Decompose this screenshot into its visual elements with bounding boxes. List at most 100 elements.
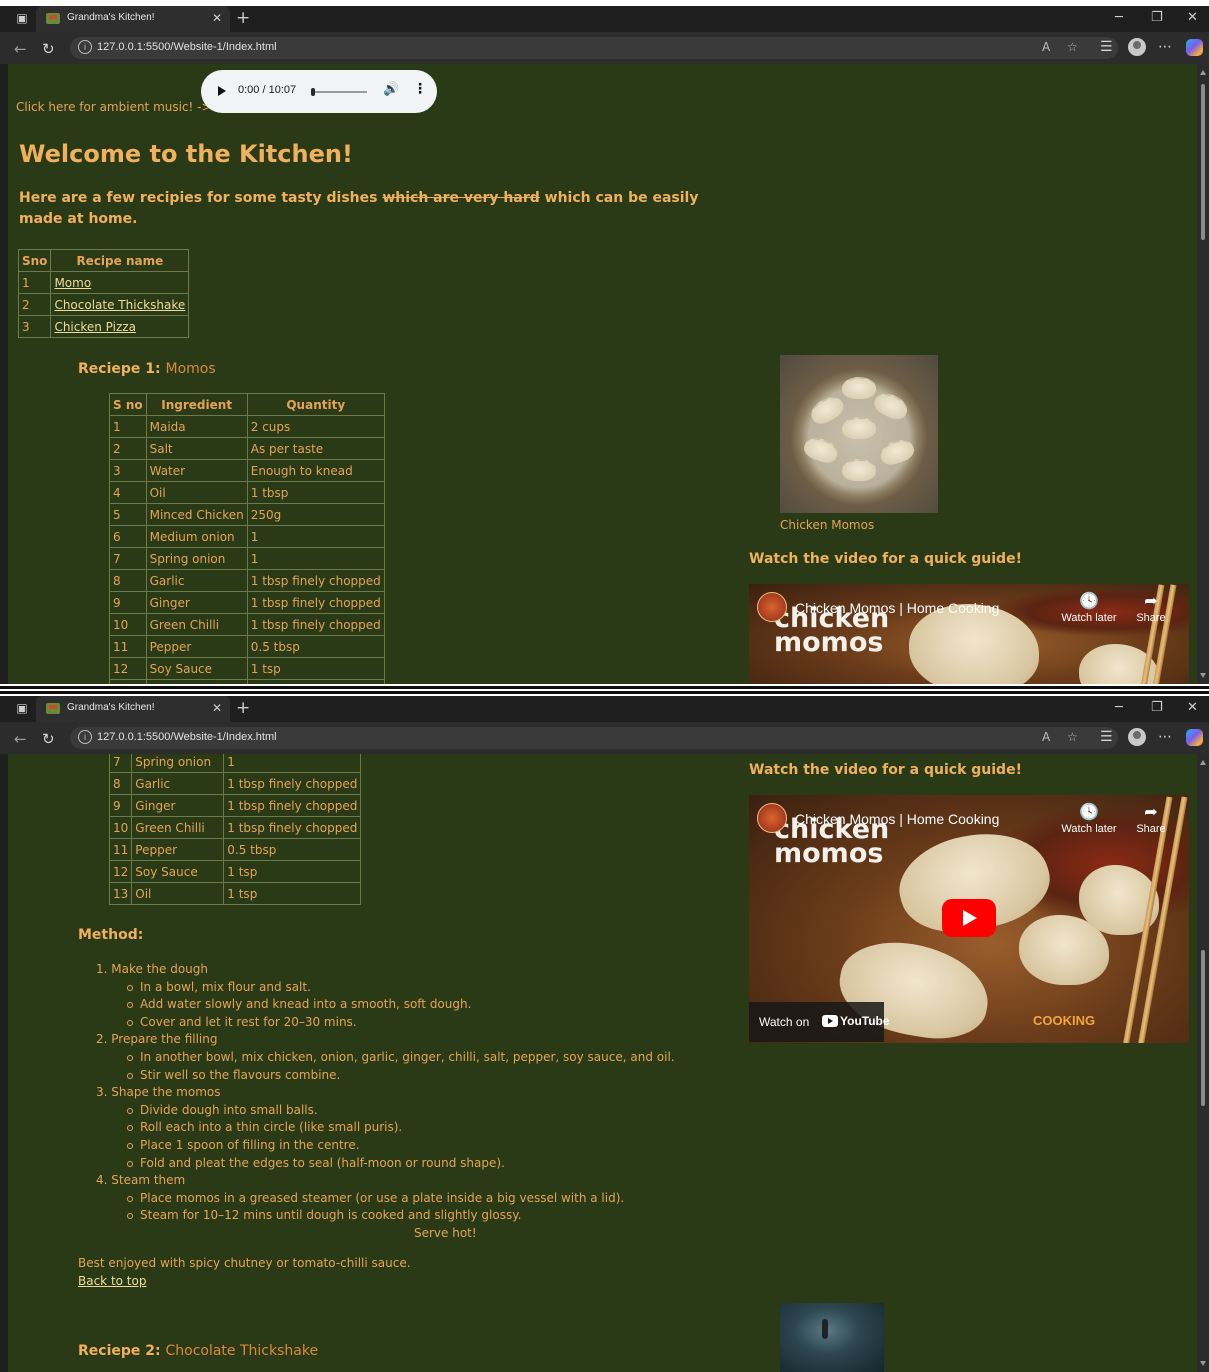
restore-icon[interactable]: ❐ bbox=[1151, 10, 1163, 25]
recipe-link-momo[interactable]: Momo bbox=[54, 276, 91, 290]
quantity-cell: As per taste bbox=[246, 437, 385, 460]
profile-avatar[interactable] bbox=[1128, 728, 1146, 746]
page-scrollbar[interactable] bbox=[1197, 754, 1209, 1372]
share-icon: ➦ bbox=[1144, 593, 1158, 610]
sno-cell: 2 bbox=[17, 293, 52, 316]
channel-avatar[interactable] bbox=[757, 803, 787, 833]
quantity-cell: 1 tsp bbox=[223, 860, 362, 883]
table-row: 7 Spring onion 1 bbox=[108, 754, 362, 773]
watch-later-button[interactable]: 🕓 Watch later bbox=[1059, 803, 1119, 835]
ingredient-cell: Garlic bbox=[131, 772, 225, 795]
tab-actions-icon[interactable]: ▣ bbox=[14, 10, 30, 26]
youtube-embed[interactable]: chicken momos Chicken Momos | Home Cooki… bbox=[749, 584, 1189, 684]
recipe-2-heading: Reciepe 2: Chocolate Thickshake bbox=[78, 1343, 319, 1359]
browser-tab[interactable]: Grandma's Kitchen! ✕ bbox=[36, 696, 230, 722]
ingredient-cell: Oil bbox=[145, 481, 248, 504]
step-title: Shape the momos bbox=[111, 1085, 221, 1100]
table-row: 9 Ginger 1 tbsp finely chopped bbox=[108, 794, 362, 817]
minimize-icon[interactable]: ─ bbox=[1115, 700, 1123, 715]
youtube-logo-icon bbox=[822, 1015, 838, 1027]
volume-icon[interactable]: 🔊 bbox=[383, 82, 399, 97]
audio-player[interactable]: 0:00 / 10:07 🔊 ⋮ bbox=[201, 70, 437, 113]
quantity-cell: 1 bbox=[246, 547, 385, 570]
sno-cell: 7 bbox=[109, 547, 147, 570]
column-header: Sno bbox=[17, 249, 52, 272]
tab-strip: ▣ Grandma's Kitchen! ✕ + ─ ❐ ✕ bbox=[0, 6, 1209, 32]
sno-cell: 10 bbox=[108, 816, 133, 839]
ingredient-cell: Pepper bbox=[131, 838, 225, 861]
column-header: Recipe name bbox=[50, 249, 190, 272]
table-row: 12 Soy Sauce 1 tsp bbox=[108, 860, 362, 883]
channel-avatar[interactable] bbox=[757, 592, 787, 622]
quantity-cell: Enough to knead bbox=[246, 459, 385, 482]
share-button[interactable]: ➦ Share bbox=[1121, 592, 1181, 624]
favorite-star-icon[interactable]: ☆ bbox=[1067, 40, 1078, 54]
back-icon[interactable]: ← bbox=[14, 730, 27, 748]
quantity-cell: 1 tsp bbox=[246, 679, 385, 684]
back-icon[interactable]: ← bbox=[14, 40, 27, 58]
youtube-embed[interactable]: chicken momos Chicken Momos | Home Cooki… bbox=[749, 795, 1189, 1043]
video-title[interactable]: Chicken Momos | Home Cooking bbox=[795, 811, 999, 827]
favorites-icon[interactable]: ☰ bbox=[1100, 39, 1113, 55]
favorite-star-icon[interactable]: ☆ bbox=[1067, 730, 1078, 744]
sno-cell: 8 bbox=[108, 772, 133, 795]
audio-more-icon[interactable]: ⋮ bbox=[413, 81, 427, 97]
sno-cell: 6 bbox=[109, 525, 147, 548]
watch-on-youtube-button[interactable]: Watch on YouTube bbox=[749, 1002, 890, 1042]
step-title: Steam them bbox=[111, 1173, 186, 1188]
browser-tab[interactable]: Grandma's Kitchen! ✕ bbox=[36, 6, 230, 32]
site-info-icon[interactable]: i bbox=[78, 730, 92, 744]
close-tab-icon[interactable]: ✕ bbox=[212, 701, 222, 715]
close-window-icon[interactable]: ✕ bbox=[1187, 700, 1198, 715]
more-menu-icon[interactable]: ⋯ bbox=[1158, 729, 1172, 745]
list-item: In another bowl, mix chicken, onion, gar… bbox=[127, 1049, 675, 1067]
reload-icon[interactable]: ↻ bbox=[42, 40, 55, 58]
minimize-icon[interactable]: ─ bbox=[1115, 10, 1123, 25]
copilot-icon[interactable] bbox=[1186, 729, 1203, 746]
method-step: 2. Prepare the filling bbox=[96, 1032, 218, 1047]
restore-icon[interactable]: ❐ bbox=[1151, 700, 1163, 715]
method-step: 4. Steam them bbox=[96, 1173, 186, 1188]
page-viewport: Click here for ambient music! -> 0:00 / … bbox=[8, 64, 1197, 684]
scrollbar-thumb[interactable] bbox=[1201, 950, 1205, 1106]
audio-seek-bar[interactable] bbox=[311, 91, 367, 93]
clock-icon: 🕓 bbox=[1079, 804, 1099, 821]
column-header: S no bbox=[109, 393, 147, 416]
watch-later-button[interactable]: 🕓 Watch later bbox=[1059, 592, 1119, 624]
back-to-top-link[interactable]: Back to top bbox=[78, 1274, 146, 1288]
column-header: Ingredient bbox=[145, 393, 248, 416]
recipe-link-chocolate-thickshake[interactable]: Chocolate Thickshake bbox=[54, 298, 185, 312]
close-tab-icon[interactable]: ✕ bbox=[212, 11, 222, 25]
url-field[interactable]: i 127.0.0.1:5500/Website-1/Index.html A … bbox=[70, 37, 1118, 59]
youtube-play-button[interactable] bbox=[942, 899, 996, 937]
read-aloud-icon[interactable]: A bbox=[1042, 730, 1050, 744]
share-button[interactable]: ➦ Share bbox=[1121, 803, 1181, 835]
table-row: 11 Pepper 0.5 tbsp bbox=[109, 635, 385, 658]
tab-actions-icon[interactable]: ▣ bbox=[14, 700, 30, 716]
copilot-icon[interactable] bbox=[1186, 39, 1203, 56]
video-title[interactable]: Chicken Momos | Home Cooking bbox=[795, 600, 999, 616]
url-field[interactable]: i 127.0.0.1:5500/Website-1/Index.html A … bbox=[70, 727, 1118, 749]
sno-cell: 11 bbox=[109, 635, 147, 658]
read-aloud-icon[interactable]: A bbox=[1042, 40, 1050, 54]
table-row: 13Oil1 tsp bbox=[108, 882, 362, 905]
scrollbar-thumb[interactable] bbox=[1201, 84, 1205, 240]
list-item: Roll each into a thin circle (like small… bbox=[127, 1119, 675, 1137]
site-info-icon[interactable]: i bbox=[78, 40, 92, 54]
play-icon[interactable] bbox=[218, 86, 226, 96]
more-menu-icon[interactable]: ⋯ bbox=[1158, 39, 1172, 55]
chicken-momos-image bbox=[780, 355, 938, 513]
recipe-link-chicken-pizza[interactable]: Chicken Pizza bbox=[54, 320, 136, 334]
profile-avatar[interactable] bbox=[1128, 38, 1146, 56]
new-tab-icon[interactable]: + bbox=[236, 698, 250, 718]
new-tab-icon[interactable]: + bbox=[236, 8, 250, 28]
list-item: In a bowl, mix flour and salt. bbox=[127, 979, 675, 997]
favorites-icon[interactable]: ☰ bbox=[1100, 729, 1113, 745]
audio-seek-handle[interactable] bbox=[311, 88, 315, 96]
table-row: 9 Ginger 1 tbsp finely chopped bbox=[109, 591, 385, 614]
close-window-icon[interactable]: ✕ bbox=[1187, 10, 1198, 25]
sno-cell: 10 bbox=[109, 613, 147, 636]
quantity-cell: 1 tsp bbox=[246, 657, 385, 680]
page-scrollbar[interactable] bbox=[1197, 64, 1209, 684]
reload-icon[interactable]: ↻ bbox=[42, 730, 55, 748]
